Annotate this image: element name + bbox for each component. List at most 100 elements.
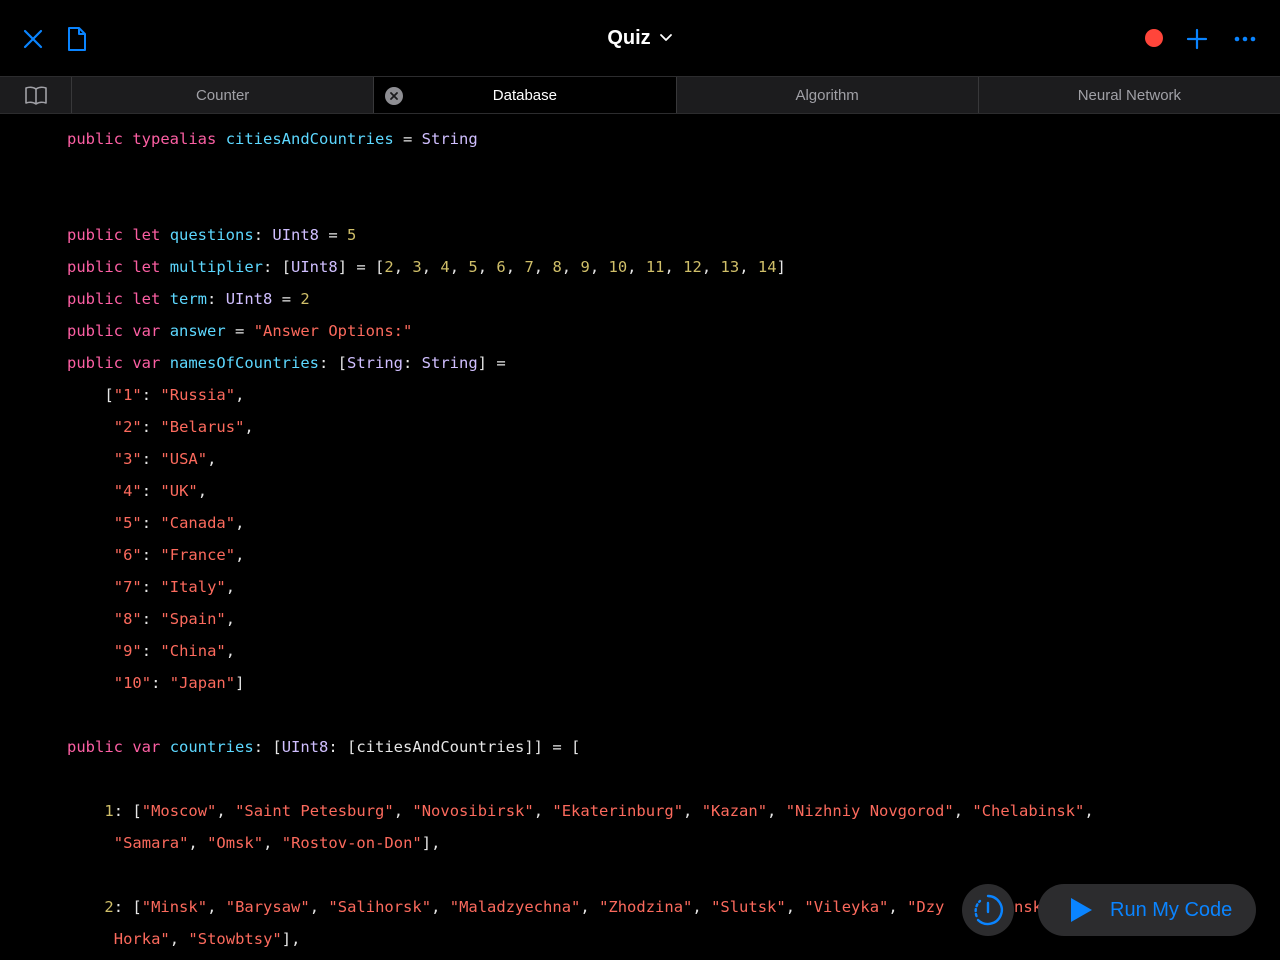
more-button[interactable] <box>1226 20 1264 58</box>
code-token-plain: , <box>533 258 553 276</box>
code-line[interactable]: "6": "France", <box>114 539 245 571</box>
code-line[interactable]: 2: ["Minsk", "Barysaw", "Salihorsk", "Ma… <box>104 891 944 923</box>
code-token-number: 11 <box>645 258 665 276</box>
code-editor[interactable]: public typealias citiesAndCountries = St… <box>0 115 1280 960</box>
code-token-plain: : <box>141 578 161 596</box>
code-token-string: "10" <box>113 674 152 692</box>
code-token-string: "1" <box>113 386 142 404</box>
code-token-number: 1 <box>104 802 114 820</box>
close-button[interactable] <box>14 20 52 58</box>
code-token-type: UInt8 <box>225 290 273 308</box>
code-line[interactable]: "9": "China", <box>114 635 235 667</box>
code-token-string: "Barysaw" <box>225 898 310 916</box>
code-token-ident: answer <box>169 322 226 340</box>
code-line[interactable]: public let term: UInt8 = 2 <box>67 283 310 315</box>
code-token-keyword: public <box>67 130 123 148</box>
code-token-keyword: public <box>67 738 123 756</box>
code-token-keyword: public <box>67 258 123 276</box>
run-speed-button[interactable] <box>962 884 1014 936</box>
code-token-plain: , <box>244 418 254 436</box>
code-token-plain: : <box>141 482 161 500</box>
code-line[interactable]: public var answer = "Answer Options:" <box>67 315 412 347</box>
code-token-plain: : <box>141 450 161 468</box>
code-token-number: 8 <box>552 258 562 276</box>
code-token-number: 7 <box>524 258 534 276</box>
code-token-string: "9" <box>113 642 142 660</box>
top-toolbar: Quiz <box>0 0 1280 76</box>
code-token-plain: = <box>393 130 422 148</box>
code-token-plain: = <box>272 290 301 308</box>
code-token-plain: , <box>393 258 413 276</box>
code-line[interactable]: "3": "USA", <box>114 443 217 475</box>
code-token-string: "Canada" <box>160 514 236 532</box>
document-button[interactable] <box>58 20 96 58</box>
code-line[interactable]: public let multiplier: [UInt8] = [2, 3, … <box>67 251 786 283</box>
code-token-string: Horka" <box>113 930 170 948</box>
code-line[interactable]: "10": "Japan"] <box>114 667 245 699</box>
code-token-type: String <box>347 354 403 372</box>
code-line[interactable]: ["1": "Russia", <box>104 379 244 411</box>
playground-title-menu[interactable]: Quiz <box>540 22 740 54</box>
code-line[interactable]: public var namesOfCountries: [String: St… <box>67 347 506 379</box>
code-token-plain: , <box>431 898 450 916</box>
add-button[interactable] <box>1180 20 1214 58</box>
code-token-keyword: public <box>67 354 123 372</box>
code-token-plain: ]] = [ <box>524 738 581 756</box>
code-token-plain: : <box>141 418 161 436</box>
code-token-plain: , <box>393 802 413 820</box>
code-line[interactable]: public typealias citiesAndCountries = St… <box>67 123 478 155</box>
code-token-plain: , <box>767 802 786 820</box>
code-token-plain: , <box>449 258 469 276</box>
code-token-string: "Saint Petesburg" <box>235 802 394 820</box>
code-line[interactable]: public let questions: UInt8 = 5 <box>67 219 356 251</box>
tab-close-button[interactable] <box>385 87 404 105</box>
code-token-ident: questions <box>169 226 254 244</box>
code-token-plain: = <box>225 322 254 340</box>
tab-counter[interactable]: Counter <box>72 77 375 113</box>
tab-database[interactable]: Database <box>374 77 677 113</box>
code-token-keyword: public <box>67 322 123 340</box>
tab-label: Database <box>492 86 557 104</box>
code-token-number: 2 <box>384 258 394 276</box>
code-token-string: "Russia" <box>160 386 236 404</box>
code-token-plain: , <box>207 450 217 468</box>
code-token-plain: , <box>235 546 245 564</box>
code-token-plain: , <box>692 898 712 916</box>
code-token-plain: : <box>141 386 161 404</box>
code-token-plain: ], <box>281 930 301 948</box>
code-token-plain: : <box>403 354 422 372</box>
run-my-code-button[interactable]: Run My Code <box>1038 884 1256 936</box>
code-token-plain: : [ <box>113 898 142 916</box>
code-token-string: "3" <box>113 450 142 468</box>
code-line[interactable]: "2": "Belarus", <box>114 411 254 443</box>
code-line[interactable]: 1: ["Moscow", "Saint Petesburg", "Novosi… <box>104 795 1093 827</box>
code-token-plain: , <box>188 834 208 852</box>
tab-neural-network[interactable]: Neural Network <box>979 77 1280 113</box>
code-line[interactable]: "Samara", "Omsk", "Rostov-on-Don"], <box>114 827 441 859</box>
code-token-plain: ] <box>776 258 786 276</box>
code-token-string: "4" <box>113 482 142 500</box>
code-token-number: 13 <box>720 258 740 276</box>
code-token-ident: citiesAndCountries <box>225 130 394 148</box>
record-button[interactable] <box>1140 24 1168 52</box>
code-line[interactable]: "7": "Italy", <box>114 571 235 603</box>
table-of-contents-button[interactable] <box>0 77 72 113</box>
code-line[interactable]: public var countries: [UInt8: [citiesAnd… <box>67 731 580 763</box>
code-line[interactable]: "8": "Spain", <box>114 603 235 635</box>
code-token-plain: , <box>1084 802 1094 820</box>
code-line[interactable]: Horka", "Stowbtsy"], <box>114 923 301 955</box>
code-token-string: "Maladzyechna" <box>449 898 581 916</box>
plus-icon <box>1186 28 1208 50</box>
code-token-string: "Omsk" <box>207 834 264 852</box>
code-line[interactable]: "4": "UK", <box>114 475 207 507</box>
playground-title: Quiz <box>607 26 651 49</box>
tab-algorithm[interactable]: Algorithm <box>677 77 979 113</box>
tab-label: Counter <box>195 86 250 104</box>
code-token-plain: , <box>505 258 525 276</box>
code-token-string: "UK" <box>160 482 198 500</box>
code-line[interactable]: "5": "Canada", <box>114 507 245 539</box>
